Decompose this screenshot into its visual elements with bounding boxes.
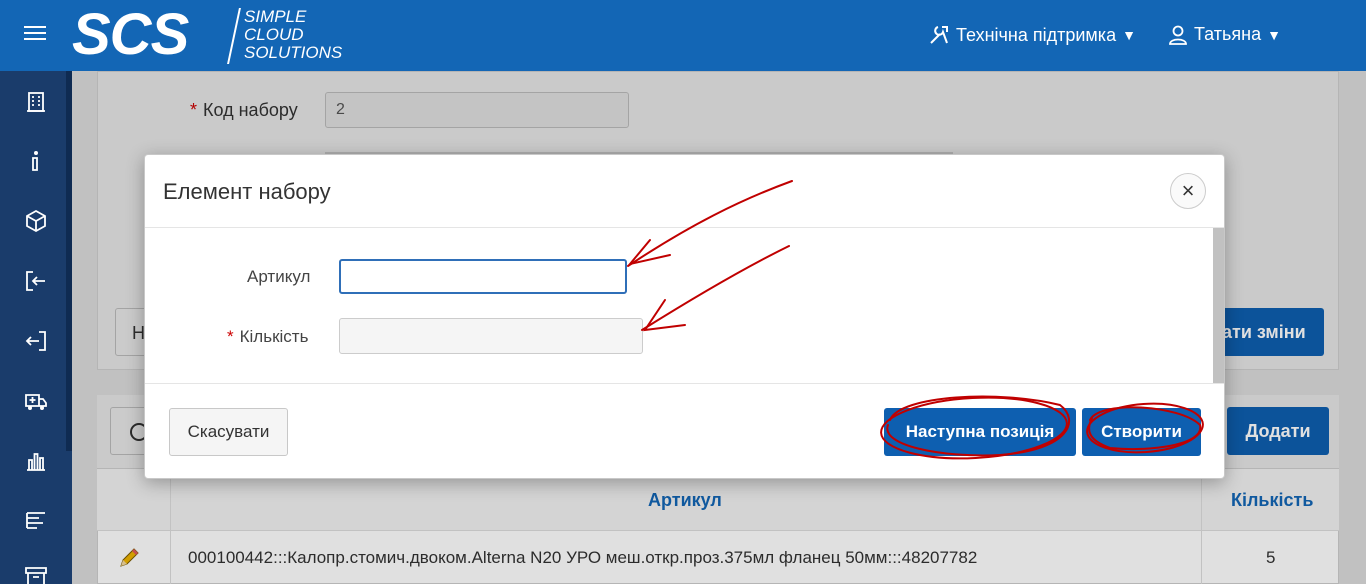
qty-label: * Кількість xyxy=(227,327,309,346)
articul-label: Артикул xyxy=(247,267,311,286)
sidebar xyxy=(0,71,72,584)
dialog-scrollbar[interactable] xyxy=(1213,228,1224,383)
divider xyxy=(145,383,1224,384)
archive-icon[interactable] xyxy=(24,565,48,584)
info-icon[interactable] xyxy=(24,149,48,173)
support-menu[interactable]: Технічна підтримка ▼ xyxy=(928,24,1136,46)
item-dialog: Елемент набору × Артикул * Кількість Скас… xyxy=(144,154,1225,479)
ambulance-icon[interactable] xyxy=(24,389,48,413)
logo[interactable]: SCS xyxy=(72,4,189,66)
bar-chart-icon[interactable] xyxy=(24,449,48,473)
articul-input[interactable] xyxy=(339,259,627,294)
caret-down-icon: ▼ xyxy=(1267,26,1281,43)
user-icon xyxy=(1169,25,1187,45)
qty-input[interactable] xyxy=(339,318,643,354)
menu-icon[interactable] xyxy=(24,26,46,42)
create-button[interactable]: Створити xyxy=(1082,408,1201,456)
user-name: Татьяна xyxy=(1194,24,1262,44)
sign-out-icon[interactable] xyxy=(24,329,48,353)
top-bar: SCS SIMPLE CLOUD SOLUTIONS Технічна підт… xyxy=(0,0,1366,71)
user-menu[interactable]: Татьяна ▼ xyxy=(1168,24,1281,45)
divider xyxy=(145,227,1224,228)
logo-subtitle: SIMPLE CLOUD SOLUTIONS xyxy=(244,7,343,62)
cancel-button[interactable]: Скасувати xyxy=(169,408,288,456)
next-item-button[interactable]: Наступна позиція xyxy=(884,408,1076,456)
box-icon[interactable] xyxy=(24,209,48,233)
logo-separator xyxy=(227,8,241,64)
wrench-icon xyxy=(930,26,948,44)
sign-in-icon[interactable] xyxy=(24,269,48,293)
list-icon[interactable] xyxy=(24,509,48,533)
caret-down-icon: ▼ xyxy=(1122,27,1136,43)
dialog-title: Елемент набору xyxy=(163,179,331,204)
building-icon[interactable] xyxy=(24,89,48,113)
support-label: Технічна підтримка xyxy=(956,24,1117,45)
close-icon[interactable]: × xyxy=(1170,173,1206,209)
